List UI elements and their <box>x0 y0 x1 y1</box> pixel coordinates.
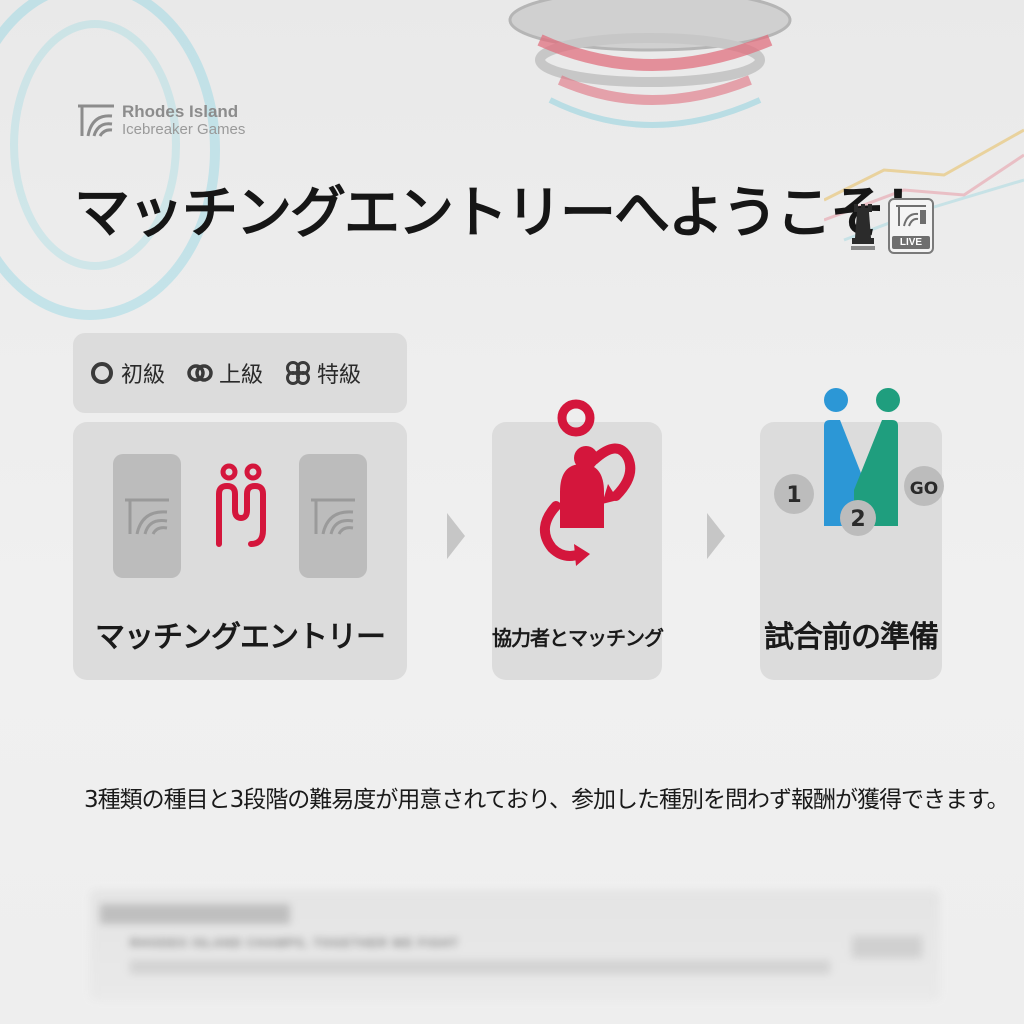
placeholder-tile <box>299 454 367 578</box>
description-text: 3種類の種目と3段階の難易度が用意されており、参加した種別を問わず報酬が獲得でき… <box>84 787 1010 813</box>
live-logo-icon <box>896 205 926 227</box>
brand-subtitle: Icebreaker Games <box>122 121 246 138</box>
blurred-row <box>130 960 830 974</box>
prep-badge-go: GO <box>910 479 938 499</box>
brand-text: Rhodes Island Icebreaker Games <box>122 103 245 137</box>
brand-name: Rhodes Island <box>122 102 239 121</box>
title-icon-group: LIVE <box>848 198 934 254</box>
difficulty-advanced: 上級 <box>187 357 263 389</box>
chevron-right-icon <box>707 513 725 559</box>
expert-icon <box>286 361 311 385</box>
entry-icon <box>216 463 266 547</box>
difficulty-expert: 特級 <box>285 357 361 389</box>
chess-rook-icon <box>851 204 875 250</box>
blurred-bar <box>100 904 290 924</box>
step-label: マッチングエントリー <box>95 620 386 655</box>
placeholder-tile <box>113 454 181 578</box>
beginner-icon <box>91 362 113 384</box>
blurred-block <box>852 936 922 958</box>
blurred-banner-text: RHODES ISLAND CHAMPS, TOGETHER WE FIGHT <box>130 936 459 950</box>
live-label: LIVE <box>892 236 930 249</box>
match-partner-icon <box>540 399 636 566</box>
difficulty-bar: 初級 上級 特級 <box>73 333 407 413</box>
prep-badge-second: 2 <box>850 507 865 532</box>
live-badge: LIVE <box>888 198 934 254</box>
prep-badge-first: 1 <box>786 483 801 508</box>
blurred-banner: RHODES ISLAND CHAMPS, TOGETHER WE FIGHT <box>90 890 940 1000</box>
chevron-right-icon <box>447 513 465 559</box>
pre-match-icon: 1 GO 2 <box>774 388 944 536</box>
rhodes-island-logo-icon <box>311 498 355 535</box>
rhodes-island-logo-icon <box>78 104 114 137</box>
page-title: マッチングエントリーへようこそ！ <box>74 181 940 246</box>
step-label: 試合前の準備 <box>764 620 939 655</box>
difficulty-label: 特級 <box>317 363 362 388</box>
step-partner-matching: 協力者とマッチング <box>492 399 664 680</box>
arena-illustration <box>508 0 792 128</box>
advanced-icon <box>187 364 213 382</box>
step-label: 協力者とマッチング <box>492 626 664 650</box>
difficulty-beginner: 初級 <box>89 357 165 389</box>
rhodes-island-logo-icon <box>125 498 169 535</box>
difficulty-label: 初級 <box>121 363 166 388</box>
brand-logo-group: Rhodes Island Icebreaker Games <box>76 102 245 138</box>
step-matching-entry: マッチングエントリー <box>73 422 407 680</box>
difficulty-label: 上級 <box>219 363 264 388</box>
step-pre-match-prep: 1 GO 2 試合前の準備 <box>760 388 944 680</box>
